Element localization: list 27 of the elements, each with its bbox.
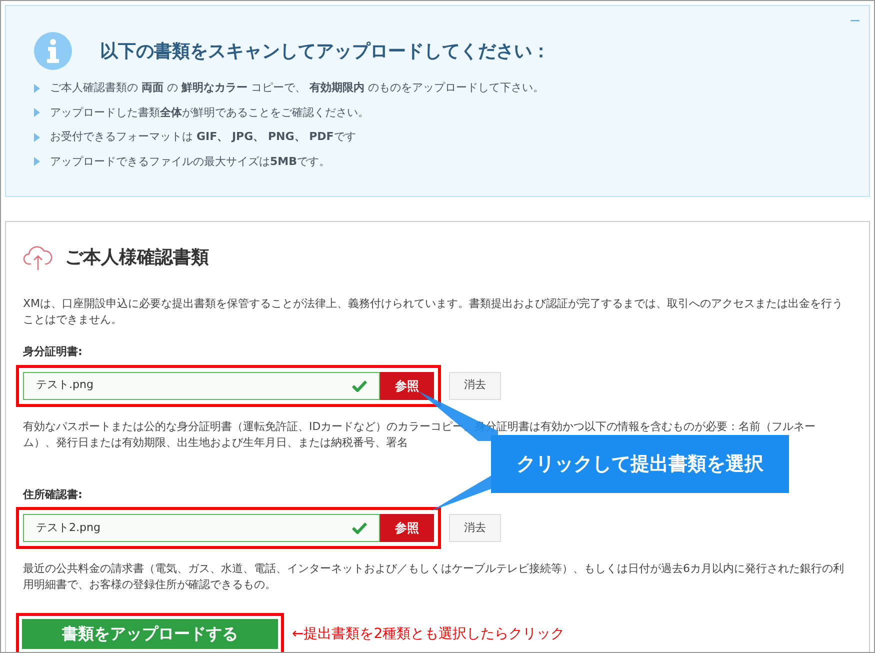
browse-button[interactable]: 参照 [380, 372, 434, 400]
field-label: 身分証明書: [23, 344, 84, 360]
file-name: テスト.png [36, 377, 94, 394]
bullet-icon [34, 84, 40, 93]
document-note: 最近の公共料金の請求書（電気、ガス、水道、電話、インターネットおよび／もしくはケーブルテレビ接続等）、もしくは日付が過去6カ月以内に発行された銀行の利用明細書で、お客様の登録住所が確認できるもの。 [23, 561, 845, 593]
bullet-icon [34, 108, 40, 118]
callout: クリックして提出書類を選択 [491, 435, 789, 493]
field-label: 住所確認書: [23, 486, 84, 502]
info-item: お受付できるフォーマットは GIF、 JPG、 PNG、 PDFです [50, 129, 356, 145]
info-item: ご本人確認書類の 両面 の 鮮明なカラー コピーで、 有効期限内 のものをアップロードして下さい。 [50, 80, 544, 96]
file-field[interactable]: テスト.png [23, 372, 380, 400]
intro-text: XMは、口座開設申込に必要な提出書類を保管することが法律上、義務付けられています。書類提出および認証が完了するまでは、取引へのアクセスまたは出金を行うことはできません。 [23, 296, 844, 328]
check-icon [352, 522, 367, 534]
info-title: 以下の書類をスキャンしてアップロードしてください： [100, 40, 550, 64]
check-icon [352, 380, 367, 392]
info-item: アップロードした書類全体が鮮明であることをご確認ください。 [50, 104, 369, 120]
file-field[interactable]: テスト2.png [23, 514, 380, 542]
bullet-icon [34, 157, 40, 166]
bullet-icon [34, 132, 40, 142]
annotation-text: ←提出書類を2種類とも選択したらクリック [292, 624, 565, 644]
info-icon [34, 32, 72, 70]
browse-button[interactable]: 参照 [380, 514, 434, 542]
info-item: アップロードできるファイルの最大サイズは5MBです。 [50, 154, 330, 170]
file-name: テスト2.png [36, 520, 100, 536]
clear-button[interactable]: 消去 [449, 514, 501, 542]
clear-button[interactable]: 消去 [449, 372, 501, 400]
section-title: ご本人様確認書類 [65, 246, 209, 270]
